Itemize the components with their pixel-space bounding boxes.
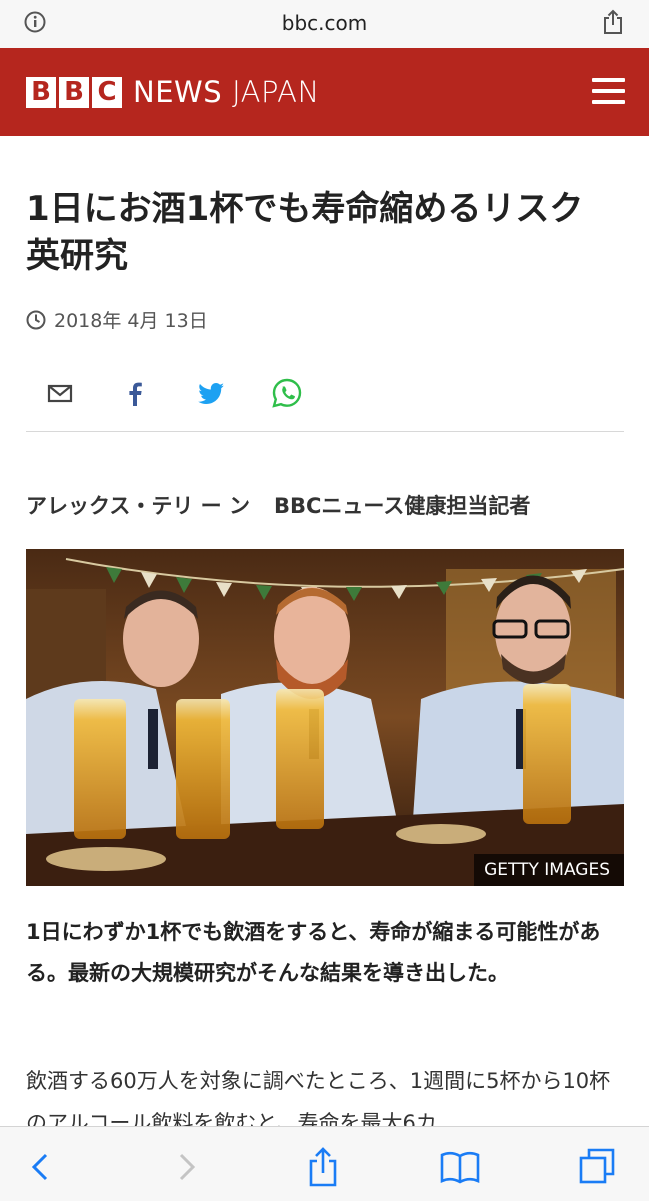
- logo-news: NEWS: [133, 75, 223, 109]
- byline-author: アレックス・テリ ー ン: [26, 494, 250, 518]
- article-headline: 1日にお酒1杯でも寿命縮めるリスク 英研究: [26, 189, 618, 276]
- article-date: 2018年 4月 13日: [54, 310, 208, 332]
- url-domain[interactable]: bbc.com: [0, 11, 649, 35]
- forward-icon[interactable]: [165, 1147, 205, 1187]
- email-icon[interactable]: [43, 376, 77, 410]
- article-date-row: 2018年 4月 13日: [26, 306, 208, 333]
- browser-toolbar: [0, 1126, 649, 1201]
- pub-scene-image: [26, 549, 624, 886]
- facebook-icon[interactable]: [118, 376, 152, 410]
- logo-edition: JAPAN: [232, 75, 320, 109]
- bbc-news-japan-logo[interactable]: B B C NEWS JAPAN: [26, 75, 320, 109]
- browser-url-bar: bbc.com: [0, 0, 649, 49]
- back-icon[interactable]: [22, 1147, 62, 1187]
- site-header: B B C NEWS JAPAN: [0, 48, 649, 136]
- clock-icon: [26, 310, 46, 329]
- tabs-icon[interactable]: [578, 1147, 618, 1187]
- article-byline: アレックス・テリ ー ン BBCニュース健康担当記者: [26, 490, 530, 520]
- divider: [26, 431, 624, 432]
- share-bar: [26, 372, 624, 432]
- logo-letter: C: [92, 76, 122, 108]
- article-lead: 1日にわずか1杯でも飲酒をすると、寿命が縮まる可能性がある。最新の大規模研究がそ…: [26, 920, 601, 985]
- logo-letter: B: [26, 76, 56, 108]
- share-icon[interactable]: [602, 9, 624, 35]
- whatsapp-icon[interactable]: [270, 376, 304, 410]
- twitter-icon[interactable]: [194, 376, 228, 410]
- logo-letter: B: [59, 76, 89, 108]
- share-icon[interactable]: [303, 1147, 343, 1187]
- article-photo: GETTY IMAGES: [26, 549, 624, 886]
- bookmarks-icon[interactable]: [440, 1147, 480, 1187]
- image-credit: GETTY IMAGES: [474, 854, 624, 886]
- hamburger-menu-icon[interactable]: [592, 78, 625, 104]
- byline-role: BBCニュース健康担当記者: [274, 494, 531, 518]
